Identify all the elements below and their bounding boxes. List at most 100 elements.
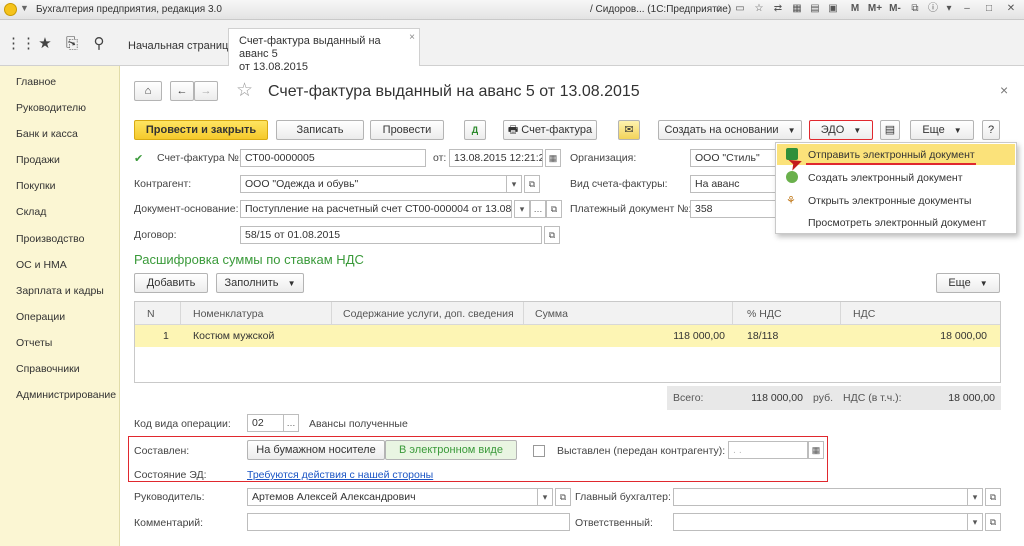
sidebar-item-operations[interactable]: Операции xyxy=(16,311,65,323)
star-icon[interactable]: ☆ xyxy=(752,2,766,16)
invoice-kind-field[interactable]: На аванс xyxy=(690,175,780,193)
sidebar-item-references[interactable]: Справочники xyxy=(16,363,80,375)
issued-calendar-icon[interactable]: ▦ xyxy=(808,441,824,459)
doc-icon[interactable]: ▤ xyxy=(808,2,822,16)
manager-field[interactable]: Артемов Алексей Александрович xyxy=(247,488,553,506)
responsible-field[interactable] xyxy=(673,513,983,531)
ed-state-link[interactable]: Требуются действия с нашей стороны xyxy=(247,469,433,481)
dropdown-icon[interactable]: ▾ xyxy=(942,2,956,16)
link-icon[interactable]: ⇄ xyxy=(771,2,785,16)
contract-open-icon[interactable]: ⧉ xyxy=(544,226,560,244)
mail-icon[interactable]: ✉ xyxy=(618,120,640,140)
create-based-button[interactable]: Создать на основании ▼ xyxy=(658,120,802,140)
sidebar: Главное Руководителю Банк и касса Продаж… xyxy=(0,66,120,546)
contractor-dropdown[interactable]: ▾ xyxy=(506,175,522,193)
mplus-button[interactable]: M+ xyxy=(866,2,884,16)
maximize-icon[interactable]: □ xyxy=(982,2,996,16)
more-button[interactable]: Еще ▼ xyxy=(910,120,974,140)
home-icon[interactable]: ⌂ xyxy=(712,2,726,16)
manager-open-icon[interactable]: ⧉ xyxy=(555,488,571,506)
issued-date-field[interactable]: . . xyxy=(728,441,808,459)
sidebar-item-assets[interactable]: ОС и НМА xyxy=(16,259,67,271)
base-document-open-icon[interactable]: ⧉ xyxy=(546,200,562,218)
contractor-field[interactable]: ООО "Одежда и обувь" xyxy=(240,175,522,193)
manager-dropdown[interactable]: ▾ xyxy=(537,488,553,506)
comment-field[interactable] xyxy=(247,513,570,531)
chevron-down-icon: ▼ xyxy=(287,279,296,288)
favorite-star-icon[interactable]: ☆ xyxy=(236,79,253,102)
menu-item-open-ed[interactable]: Открыть электронные документы xyxy=(808,195,971,207)
sidebar-item-reports[interactable]: Отчеты xyxy=(16,337,52,349)
menu-item-send-ed[interactable]: Отправить электронный документ xyxy=(808,149,975,161)
payment-document-field[interactable]: 358 xyxy=(690,200,780,218)
sidebar-item-production[interactable]: Производство xyxy=(16,233,84,245)
save-button[interactable]: Записать xyxy=(276,120,364,140)
base-document-select[interactable]: … xyxy=(530,200,546,218)
forward-button[interactable]: → xyxy=(194,81,218,101)
close-window-icon[interactable]: ✕ xyxy=(1004,2,1018,16)
menu-item-view-ed[interactable]: Просмотреть электронный документ xyxy=(808,217,986,229)
sidebar-item-purchases[interactable]: Покупки xyxy=(16,180,56,192)
electronic-option-button[interactable]: В электронном виде xyxy=(385,440,517,460)
m-button[interactable]: M xyxy=(848,2,862,16)
help-button[interactable]: ? xyxy=(982,120,1000,140)
chief-accountant-field[interactable] xyxy=(673,488,983,506)
chief-accountant-dropdown[interactable]: ▾ xyxy=(967,488,983,506)
base-document-field[interactable]: Поступление на расчетный счет СТ00-00000… xyxy=(240,200,512,218)
post-and-close-button[interactable]: Провести и закрыть xyxy=(134,120,268,140)
invoice-no-field[interactable]: СТ00-0000005 xyxy=(240,149,426,167)
document-close-icon[interactable]: × xyxy=(1000,82,1008,98)
op-code-field[interactable]: 02 xyxy=(247,414,285,432)
paper-option-button[interactable]: На бумажном носителе xyxy=(247,440,385,460)
info-icon[interactable]: ⓘ xyxy=(926,2,940,16)
date-field[interactable]: 13.08.2015 12:21:29 xyxy=(449,149,543,167)
tab-close-icon[interactable]: × xyxy=(409,31,415,44)
sidebar-item-sales[interactable]: Продажи xyxy=(16,154,60,166)
chief-accountant-open-icon[interactable]: ⧉ xyxy=(985,488,1001,506)
dt-kt-icon[interactable]: Д xyxy=(464,120,486,140)
col-content: Содержание услуги, доп. сведения xyxy=(343,308,514,320)
minimize-icon[interactable]: – xyxy=(960,2,974,16)
base-document-dropdown[interactable]: ▾ xyxy=(514,200,530,218)
vat-more-button[interactable]: Еще ▼ xyxy=(936,273,1000,293)
back-button[interactable]: ← xyxy=(170,81,194,101)
responsible-dropdown[interactable]: ▾ xyxy=(967,513,983,531)
sidebar-item-admin[interactable]: Администрирование xyxy=(16,389,116,401)
post-button[interactable]: Провести xyxy=(370,120,444,140)
calendar-icon[interactable]: ▣ xyxy=(826,2,840,16)
apps-grid-icon[interactable]: ⋮⋮ xyxy=(6,32,36,56)
payment-document-label: Платежный документ №: xyxy=(570,203,692,215)
menu-arrow-icon[interactable]: ▼ xyxy=(20,3,29,13)
issued-checkbox[interactable] xyxy=(533,445,545,457)
tab-home[interactable]: Начальная страница xyxy=(118,28,244,66)
sidebar-item-bank[interactable]: Банк и касса xyxy=(16,128,78,140)
sidebar-item-main[interactable]: Главное xyxy=(16,76,56,88)
sidebar-item-payroll[interactable]: Зарплата и кадры xyxy=(16,285,104,297)
edo-button[interactable]: ЭДО ▼ xyxy=(809,120,873,140)
invoice-print-button[interactable]: 🖶 Счет-фактура xyxy=(503,120,597,140)
col-sum: Сумма xyxy=(535,308,568,320)
fill-button[interactable]: Заполнить ▼ xyxy=(216,273,304,293)
menu-item-create-ed[interactable]: Создать электронный документ xyxy=(808,172,963,184)
organization-field[interactable]: ООО "Стиль" xyxy=(690,149,780,167)
calendar-icon[interactable]: ▦ xyxy=(545,149,561,167)
op-code-select[interactable]: … xyxy=(283,414,299,432)
mminus-button[interactable]: M- xyxy=(886,2,904,16)
table-icon[interactable]: ▦ xyxy=(790,2,804,16)
contract-field[interactable]: 58/15 от 01.08.2015 xyxy=(240,226,542,244)
sidebar-item-manager[interactable]: Руководителю xyxy=(16,102,86,114)
add-row-button[interactable]: Добавить xyxy=(134,273,208,293)
favorites-star-icon[interactable]: ★ xyxy=(33,32,57,56)
responsible-open-icon[interactable]: ⧉ xyxy=(985,513,1001,531)
sidebar-item-warehouse[interactable]: Склад xyxy=(16,206,46,218)
home-nav-button[interactable]: ⌂ xyxy=(134,81,162,101)
clipboard-icon[interactable]: ▭ xyxy=(733,2,747,16)
history-icon[interactable]: ⎘ xyxy=(60,32,84,56)
report-icon[interactable]: ▤ xyxy=(880,120,900,140)
copy-icon[interactable]: ⧉ xyxy=(908,2,922,16)
col-rate: % НДС xyxy=(747,308,782,320)
table-row[interactable]: 1 Костюм мужской 118 000,00 18/118 18 00… xyxy=(135,325,1000,347)
search-icon[interactable]: ⚲ xyxy=(87,32,111,56)
contractor-open-icon[interactable]: ⧉ xyxy=(524,175,540,193)
tab-document[interactable]: Счет-фактура выданный на аванс 5 от 13.0… xyxy=(228,28,420,73)
